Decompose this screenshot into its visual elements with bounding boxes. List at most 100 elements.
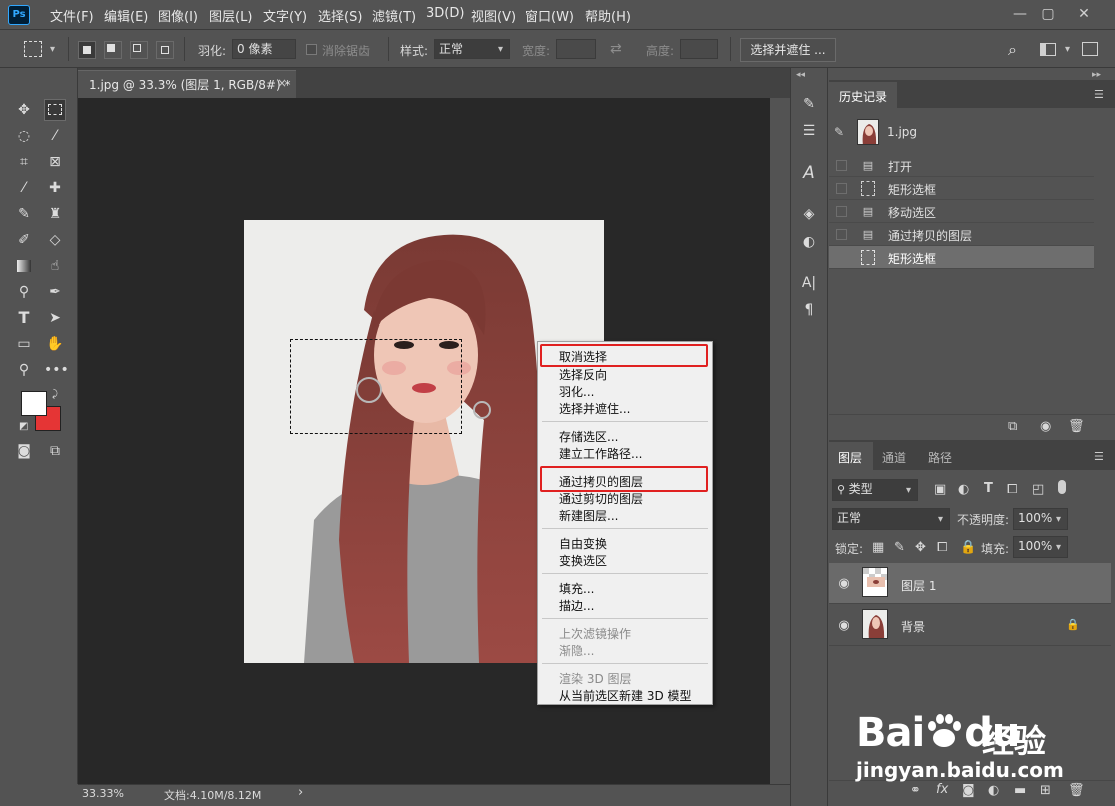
lock-transparent-icon[interactable]: ▦ xyxy=(872,540,884,555)
menu-item-layer-via-cut[interactable]: 通过剪切的图层 xyxy=(559,490,643,507)
intersect-selection-button[interactable] xyxy=(156,41,174,59)
channels-tab[interactable]: 通道 xyxy=(882,449,906,466)
adjustment-layer-icon[interactable]: ◐ xyxy=(988,783,999,798)
filter-smart-object-icon[interactable]: ◰ xyxy=(1032,482,1044,497)
menu-item-stroke[interactable]: 描边... xyxy=(559,597,594,614)
collapse-panels-icon[interactable]: ▸▸ xyxy=(1092,70,1101,80)
move-tool-icon[interactable]: ✥ xyxy=(13,99,35,121)
menu-item-make-work-path[interactable]: 建立工作路径... xyxy=(559,445,642,462)
close-window-icon[interactable]: ✕ xyxy=(1072,4,1096,24)
select-and-mask-button[interactable]: 选择并遮住 ... xyxy=(740,38,836,62)
menu-window[interactable]: 窗口(W) xyxy=(525,6,574,25)
panel-menu-icon[interactable]: ☰ xyxy=(1094,450,1104,463)
history-source-checkbox[interactable] xyxy=(836,252,847,263)
menu-item-free-transform[interactable]: 自由变换 xyxy=(559,535,607,552)
dodge-tool-icon[interactable]: ⚲ xyxy=(13,281,35,303)
history-brush-tool-icon[interactable]: ✐ xyxy=(13,229,35,251)
filter-type-icon[interactable]: T xyxy=(984,481,993,496)
pen-tool-icon[interactable]: ✒ xyxy=(44,281,66,303)
screen-mode-icon[interactable]: ⧉ xyxy=(44,440,66,462)
properties-panel-icon[interactable]: ◐ xyxy=(798,231,820,253)
add-selection-button[interactable] xyxy=(104,41,122,59)
gradient-tool-icon[interactable] xyxy=(13,255,35,277)
menu-item-new-layer[interactable]: 新建图层... xyxy=(559,507,618,524)
history-source-checkbox[interactable] xyxy=(836,206,847,217)
blend-mode-select[interactable]: 正常 xyxy=(832,508,950,530)
history-source-checkbox[interactable] xyxy=(836,183,847,194)
add-mask-icon[interactable]: ◙ xyxy=(962,783,975,798)
subtract-selection-button[interactable] xyxy=(130,41,148,59)
link-layers-icon[interactable]: ⚭ xyxy=(910,783,921,798)
history-panel-icon[interactable]: ✎ xyxy=(798,93,820,115)
height-input[interactable] xyxy=(680,39,718,59)
history-source-checkbox[interactable] xyxy=(836,160,847,171)
camera-snapshot-icon[interactable]: ◉ xyxy=(1040,419,1051,434)
menu-edit[interactable]: 编辑(E) xyxy=(104,6,148,25)
swap-dimensions-icon[interactable]: ⇄ xyxy=(610,41,622,57)
magic-wand-tool-icon[interactable]: ⁄ xyxy=(44,125,66,147)
eyedropper-tool-icon[interactable]: ⁄ xyxy=(13,177,35,199)
hand-tool-icon[interactable]: ✋ xyxy=(44,333,66,355)
zoom-tool-icon[interactable]: ⚲ xyxy=(13,359,35,381)
new-group-icon[interactable]: ▬ xyxy=(1014,783,1026,798)
menu-item-inverse[interactable]: 选择反向 xyxy=(559,366,607,383)
rect-marquee-tool-icon[interactable] xyxy=(44,99,66,121)
chevron-down-icon[interactable]: ▾ xyxy=(1056,542,1061,553)
foreground-color-swatch[interactable] xyxy=(21,391,47,416)
history-source-checkbox[interactable] xyxy=(836,229,847,240)
menu-view[interactable]: 视图(V) xyxy=(471,6,516,25)
workspace-icon[interactable] xyxy=(1040,43,1056,56)
menu-help[interactable]: 帮助(H) xyxy=(585,6,631,25)
eraser-tool-icon[interactable]: ◇ xyxy=(44,229,66,251)
swap-colors-icon[interactable]: ⤸ xyxy=(52,389,58,400)
new-selection-button[interactable] xyxy=(78,41,96,59)
frame-tool-icon[interactable]: ⊠ xyxy=(44,151,66,173)
filter-shape-icon[interactable]: ⧠ xyxy=(1007,482,1017,497)
trash-icon[interactable]: 🗑 xyxy=(1068,419,1085,434)
menu-item-feather[interactable]: 羽化... xyxy=(559,383,594,400)
menu-item-new-3d-model[interactable]: 从当前选区新建 3D 模型 xyxy=(559,687,692,704)
character-panel-icon[interactable]: A| xyxy=(798,272,820,294)
share-icon[interactable] xyxy=(1082,42,1098,56)
menu-layer[interactable]: 图层(L) xyxy=(209,6,252,25)
lasso-tool-icon[interactable]: ◌ xyxy=(13,125,35,147)
paths-tab[interactable]: 路径 xyxy=(928,449,952,466)
panel-menu-icon[interactable]: ☰ xyxy=(1094,88,1104,101)
menu-type[interactable]: 文字(Y) xyxy=(263,6,307,25)
filter-toggle-icon[interactable] xyxy=(1058,480,1066,494)
layer-name[interactable]: 图层 1 xyxy=(901,577,936,594)
close-tab-icon[interactable]: × xyxy=(277,76,287,90)
width-input[interactable] xyxy=(556,39,596,59)
search-icon[interactable]: ⌕ xyxy=(1008,40,1017,60)
chevron-down-icon[interactable]: ▾ xyxy=(1065,44,1070,55)
clone-stamp-tool-icon[interactable]: ♜ xyxy=(44,203,66,225)
layer-name[interactable]: 背景 xyxy=(901,618,925,635)
menu-image[interactable]: 图像(I) xyxy=(158,6,198,25)
menu-select[interactable]: 选择(S) xyxy=(318,6,362,25)
maximize-icon[interactable]: ▢ xyxy=(1036,4,1060,24)
history-brush-source-icon[interactable]: ✎ xyxy=(834,125,844,139)
character-style-icon[interactable]: A xyxy=(798,162,820,184)
new-document-from-state-icon[interactable]: ⧉ xyxy=(1008,419,1017,434)
healing-brush-tool-icon[interactable]: ✚ xyxy=(44,177,66,199)
default-colors-icon[interactable]: ◩ xyxy=(19,421,28,432)
menu-item-fill[interactable]: 填充... xyxy=(559,580,594,597)
chevron-down-icon[interactable]: ▾ xyxy=(1056,514,1061,525)
menu-item-transform-selection[interactable]: 变换选区 xyxy=(559,552,607,569)
zoom-level[interactable]: 33.33% xyxy=(82,787,124,800)
more-tools-icon[interactable]: ••• xyxy=(44,359,69,381)
menu-item-select-mask[interactable]: 选择并遮住... xyxy=(559,400,630,417)
menu-item-save-selection[interactable]: 存储选区... xyxy=(559,428,618,445)
filter-pixel-icon[interactable]: ▣ xyxy=(934,482,946,497)
quick-mask-icon[interactable]: ◙ xyxy=(13,440,35,462)
lock-all-icon[interactable]: 🔒 xyxy=(960,540,976,555)
menu-filter[interactable]: 滤镜(T) xyxy=(372,6,416,25)
marquee-preset-icon[interactable] xyxy=(24,41,42,57)
lock-position-icon[interactable]: ✥ xyxy=(915,540,926,555)
feather-input[interactable]: 0 像素 xyxy=(232,39,296,59)
lock-artboard-icon[interactable]: ⧠ xyxy=(937,540,947,555)
status-expand-arrow[interactable]: › xyxy=(298,785,303,800)
collapse-strip-icon[interactable]: ◂◂ xyxy=(796,70,805,80)
adjustments-panel-icon[interactable]: ☰ xyxy=(798,120,820,142)
menu-file[interactable]: 文件(F) xyxy=(50,6,94,25)
